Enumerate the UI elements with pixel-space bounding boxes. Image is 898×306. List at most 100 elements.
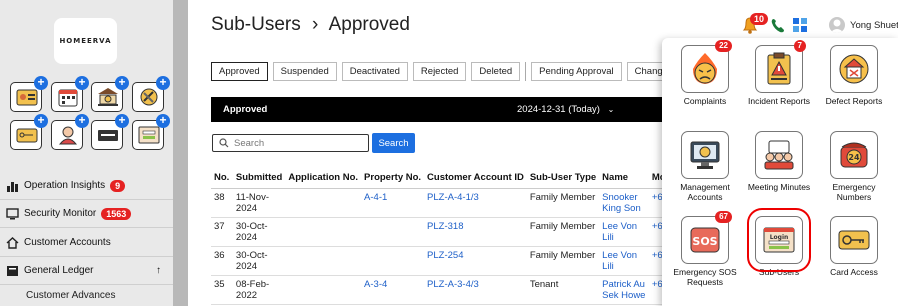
tab-approved[interactable]: Approved — [211, 62, 268, 81]
nav-security-monitor[interactable]: Security Monitor 1563 — [0, 200, 173, 228]
app-tile — [830, 45, 878, 93]
app-tile: 22 — [681, 40, 732, 93]
cell-property-link[interactable]: A-4-1 — [361, 188, 425, 218]
app-defect-reports[interactable]: Defect Reports — [819, 45, 889, 106]
tile-login-text: Login — [770, 234, 789, 241]
sidebar-scrollbar[interactable] — [173, 0, 188, 306]
app-tile: 24 — [830, 131, 878, 179]
cell-property-link[interactable] — [361, 217, 425, 247]
app-management-accounts[interactable]: Management Accounts — [670, 131, 740, 202]
app-label: Defect Reports — [825, 96, 883, 106]
app-incident-reports[interactable]: 7 Incident Reports — [744, 40, 814, 106]
app-tile: Login — [747, 208, 811, 272]
search-input[interactable]: Search — [212, 134, 369, 152]
clipboard-alert-icon — [767, 52, 791, 85]
col-application-no[interactable]: Application No. — [285, 168, 362, 189]
app-meeting-minutes[interactable]: Meeting Minutes — [744, 131, 814, 192]
table-row[interactable]: 35 08-Feb-2022 A-3-4 PLZ-A-3-4/3 Tenant … — [211, 275, 671, 305]
app-tile — [755, 131, 803, 179]
shortcut-login[interactable]: + — [132, 114, 170, 150]
cell-application-no — [285, 275, 362, 305]
cell-submitted: 30-Oct-2024 — [232, 246, 286, 276]
app-label: Emergency SOS Requests — [673, 267, 737, 287]
logo-text: HOMEERVA — [59, 37, 112, 45]
col-submitted[interactable]: Submitted — [232, 168, 286, 189]
app-badge: 7 — [793, 40, 806, 52]
cell-no: 38 — [211, 188, 233, 218]
col-name[interactable]: Name — [599, 168, 649, 189]
nav-label: Security Monitor — [24, 208, 97, 219]
app-badge: 67 — [715, 211, 732, 223]
table-row[interactable]: 36 30-Oct-2024 PLZ-254 Family Member Lee… — [211, 246, 671, 276]
add-shortcut-icon: + — [115, 114, 129, 128]
search-button[interactable]: Search — [372, 133, 415, 153]
cell-account-link[interactable]: PLZ-A-3-4/3 — [424, 275, 527, 305]
shortcut-id-card[interactable]: + — [10, 76, 48, 112]
shortcut-calendar[interactable]: + — [51, 76, 89, 112]
tab-deleted[interactable]: Deleted — [471, 62, 521, 81]
app-tile — [830, 216, 878, 264]
cell-application-no — [285, 246, 362, 276]
shortcut-user[interactable]: + — [51, 114, 89, 150]
cell-name-link[interactable]: Patrick Au Sek Howe — [599, 275, 649, 305]
app-emergency-sos-requests[interactable]: SOS 67 Emergency SOS Requests — [670, 211, 740, 287]
app-label: Complaints — [683, 96, 727, 106]
app-complaints[interactable]: 22 Complaints — [670, 40, 740, 106]
nav-badge: 1563 — [101, 207, 132, 220]
cell-type: Family Member — [526, 188, 600, 218]
nav-operation-insights[interactable]: Operation Insights 9 — [0, 172, 173, 200]
app-label: Incident Reports — [748, 96, 810, 106]
nav-customer-advances[interactable]: Customer Advances — [26, 290, 116, 301]
shortcut-key-card[interactable]: + — [10, 114, 48, 150]
avatar[interactable] — [829, 17, 845, 33]
cell-property-link[interactable] — [361, 246, 425, 276]
app-sub-users[interactable]: Login Sub-Users — [744, 208, 814, 277]
apps-grid-icon[interactable] — [793, 18, 807, 32]
chevron-down-icon: ⌄ — [607, 105, 615, 114]
tab-divider — [525, 62, 527, 81]
shortcut-banking[interactable]: + — [91, 76, 129, 112]
date-selector[interactable]: 2024-12-31 (Today) ⌄ — [517, 104, 614, 115]
cell-account-link[interactable]: PLZ-254 — [424, 246, 527, 276]
app-card-access[interactable]: Card Access — [819, 216, 889, 277]
cell-account-link[interactable]: PLZ-318 — [424, 217, 527, 247]
col-property-no[interactable]: Property No. — [361, 168, 425, 189]
table-row[interactable]: 38 11-Nov-2024 A-4-1 PLZ-A-4-1/3 Family … — [211, 188, 671, 218]
app-emergency-numbers[interactable]: 24 Emergency Numbers — [819, 131, 889, 202]
monitor-icon — [6, 207, 19, 219]
shortcut-tools[interactable]: + — [132, 76, 170, 112]
nav-customer-accounts[interactable]: Customer Accounts — [0, 229, 173, 257]
add-shortcut-icon: + — [75, 76, 89, 90]
col-no[interactable]: No. — [211, 168, 233, 189]
banking-icon — [98, 88, 118, 106]
table-row[interactable]: 37 30-Oct-2024 PLZ-318 Family Member Lee… — [211, 217, 671, 247]
cell-property-link[interactable]: A-3-4 — [361, 275, 425, 305]
cell-account-link[interactable]: PLZ-A-4-1/3 — [424, 188, 527, 218]
logo[interactable]: HOMEERVA — [54, 18, 117, 64]
phone-icon[interactable] — [771, 19, 784, 33]
cell-submitted: 11-Nov-2024 — [232, 188, 286, 218]
add-shortcut-icon: + — [115, 76, 129, 90]
tab-suspended[interactable]: Suspended — [272, 62, 337, 81]
username[interactable]: Yong Shuet — [850, 20, 898, 31]
date-value: 2024-12-31 (Today) — [517, 104, 600, 115]
nav-general-ledger[interactable]: General Ledger ↑ — [0, 257, 173, 285]
tab-deactivated[interactable]: Deactivated — [341, 62, 408, 81]
cell-name-link[interactable]: Snooker King Son — [599, 188, 649, 218]
cell-name-link[interactable]: Lee Von Lili — [599, 246, 649, 276]
cell-name-link[interactable]: Lee Von Lili — [599, 217, 649, 247]
nav-label: Customer Accounts — [24, 237, 111, 248]
tab-rejected[interactable]: Rejected — [412, 62, 467, 81]
angry-face-icon — [693, 53, 717, 84]
shortcut-card[interactable]: + — [91, 114, 129, 150]
ledger-icon — [7, 265, 18, 276]
cell-application-no — [285, 217, 362, 247]
cell-no: 37 — [211, 217, 233, 247]
svg-text:24: 24 — [848, 153, 860, 162]
nav-label: General Ledger — [24, 265, 94, 276]
col-customer-account-id[interactable]: Customer Account ID — [424, 168, 527, 189]
col-sub-user-type[interactable]: Sub-User Type — [526, 168, 600, 189]
collapse-arrow-icon[interactable]: ↑ — [156, 265, 161, 276]
accounts-monitor-icon — [690, 141, 720, 169]
tab-pending-approval[interactable]: Pending Approval — [531, 62, 622, 81]
